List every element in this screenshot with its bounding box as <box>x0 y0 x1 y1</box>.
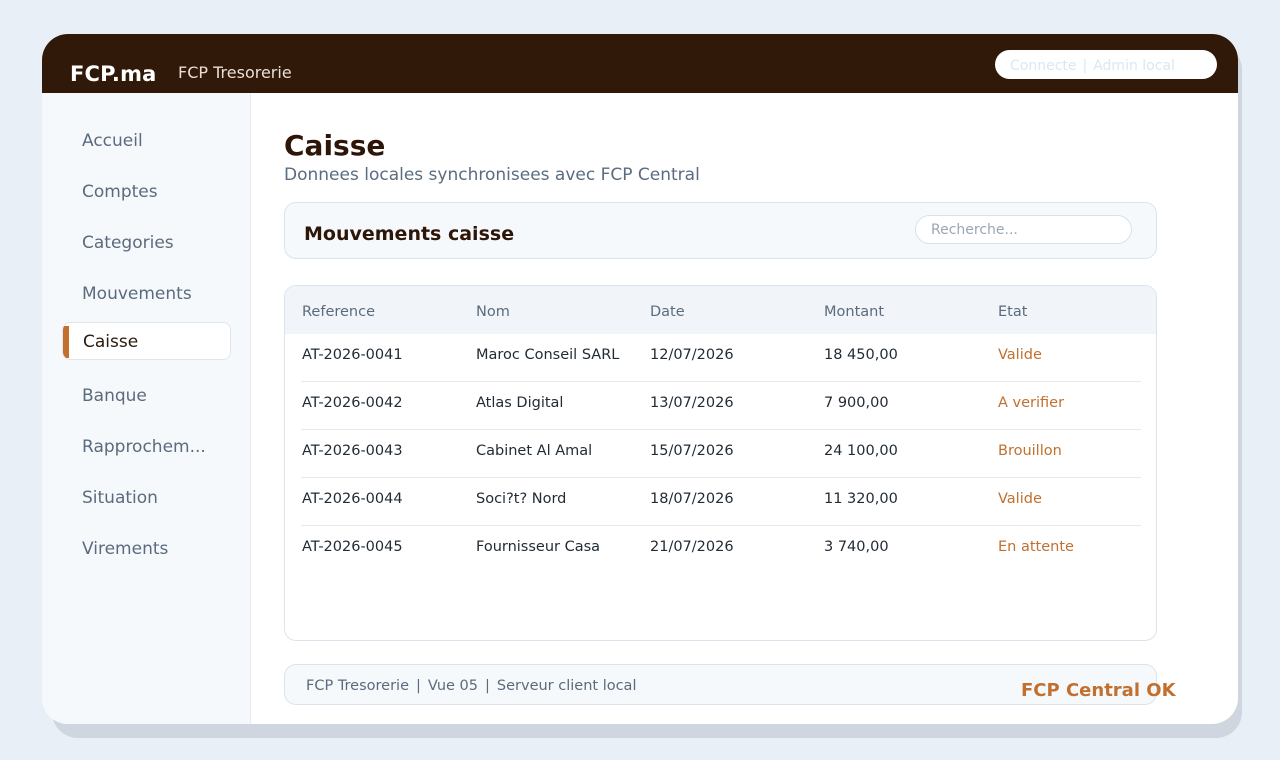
table-header: Reference Nom Date Montant Etat <box>285 286 1156 334</box>
separator: | <box>1082 58 1088 74</box>
cell-date: 21/07/2026 <box>650 539 734 555</box>
cell-montant: 18 450,00 <box>824 347 898 363</box>
cell-etat: En attente <box>998 539 1074 555</box>
cell-nom: Atlas Digital <box>476 395 564 411</box>
sidebar-item-virements[interactable]: Virements <box>62 530 231 568</box>
footer-view: Vue 05 <box>427 678 479 694</box>
cell-nom: Soci?t? Nord <box>476 491 567 507</box>
cell-montant: 3 740,00 <box>824 539 889 555</box>
sidebar-item-categories[interactable]: Categories <box>62 224 231 262</box>
page-subtitle: Donnees locales synchronisees avec FCP C… <box>284 165 700 185</box>
sidebar-item-caisse[interactable]: Caisse <box>62 322 231 360</box>
section-title: Mouvements caisse <box>304 223 515 245</box>
sidebar: Accueil Comptes Categories Mouvements Ca… <box>42 93 251 724</box>
cell-nom: Cabinet Al Amal <box>476 443 593 459</box>
page-title: Caisse <box>284 129 386 162</box>
cell-etat: Valide <box>998 491 1042 507</box>
table-row[interactable]: AT-2026-0042 Atlas Digital 13/07/2026 7 … <box>301 382 1141 430</box>
table-row[interactable]: AT-2026-0041 Maroc Conseil SARL 12/07/20… <box>301 334 1141 382</box>
app-window: FCP.ma FCP Tresorerie Connecte | Admin loc… <box>42 34 1238 724</box>
column-header-etat[interactable]: Etat <box>998 304 1027 320</box>
cell-nom: Fournisseur Casa <box>476 539 601 555</box>
cell-etat: Valide <box>998 347 1042 363</box>
search-input[interactable] <box>915 215 1132 244</box>
brand-logo[interactable]: FCP.ma <box>70 62 157 86</box>
app-title: FCP Tresorerie <box>178 63 292 82</box>
cell-reference: AT-2026-0042 <box>302 395 403 411</box>
sidebar-item-situation[interactable]: Situation <box>62 479 231 517</box>
separator: | <box>416 678 421 694</box>
cell-etat: A verifier <box>998 395 1065 411</box>
column-header-date[interactable]: Date <box>650 304 685 320</box>
sidebar-item-comptes[interactable]: Comptes <box>62 173 231 211</box>
sidebar-item-accueil[interactable]: Accueil <box>62 122 231 160</box>
connection-status: Connecte <box>1010 58 1077 74</box>
cell-date: 15/07/2026 <box>650 443 734 459</box>
sidebar-item-banque[interactable]: Banque <box>62 377 231 415</box>
cell-montant: 24 100,00 <box>824 443 898 459</box>
footer-bar: FCP Tresorerie | Vue 05 | Serveur client loc… <box>284 664 1176 705</box>
footer-product: FCP Tresorerie <box>306 678 410 694</box>
separator: | <box>485 678 490 694</box>
cell-montant: 7 900,00 <box>824 395 889 411</box>
movements-table: Reference Nom Date Montant Etat AT-2026-… <box>284 285 1157 641</box>
table-row[interactable]: AT-2026-0043 Cabinet Al Amal 15/07/2026 … <box>301 430 1141 478</box>
column-header-reference[interactable]: Reference <box>302 304 375 320</box>
user-name: Admin local <box>1093 58 1175 74</box>
cell-montant: 11 320,00 <box>824 491 898 507</box>
cell-date: 12/07/2026 <box>650 347 734 363</box>
cell-reference: AT-2026-0041 <box>302 347 403 363</box>
footer-server: Serveur client local <box>496 678 637 694</box>
cell-reference: AT-2026-0044 <box>302 491 403 507</box>
user-status-pill[interactable]: Connecte | Admin local <box>995 50 1217 79</box>
top-bar: FCP.ma FCP Tresorerie Connecte | Admin loc… <box>42 34 1238 93</box>
cell-nom: Maroc Conseil SARL <box>476 347 620 363</box>
column-header-nom[interactable]: Nom <box>476 304 510 320</box>
cell-date: 13/07/2026 <box>650 395 734 411</box>
central-status: FCP Central OK <box>1021 680 1176 701</box>
column-header-montant[interactable]: Montant <box>824 304 884 320</box>
sidebar-item-mouvements[interactable]: Mouvements <box>62 275 231 313</box>
footer-info: FCP Tresorerie | Vue 05 | Serveur client loc… <box>306 678 636 694</box>
cell-reference: AT-2026-0043 <box>302 443 403 459</box>
table-row[interactable]: AT-2026-0045 Fournisseur Casa 21/07/2026… <box>301 526 1141 574</box>
cell-etat: Brouillon <box>998 443 1062 459</box>
cell-date: 18/07/2026 <box>650 491 734 507</box>
cell-reference: AT-2026-0045 <box>302 539 403 555</box>
section-header: Mouvements caisse <box>284 202 1157 259</box>
sidebar-item-rapprochement[interactable]: Rapprochem... <box>62 428 231 466</box>
table-row[interactable]: AT-2026-0044 Soci?t? Nord 18/07/2026 11 … <box>301 478 1141 526</box>
